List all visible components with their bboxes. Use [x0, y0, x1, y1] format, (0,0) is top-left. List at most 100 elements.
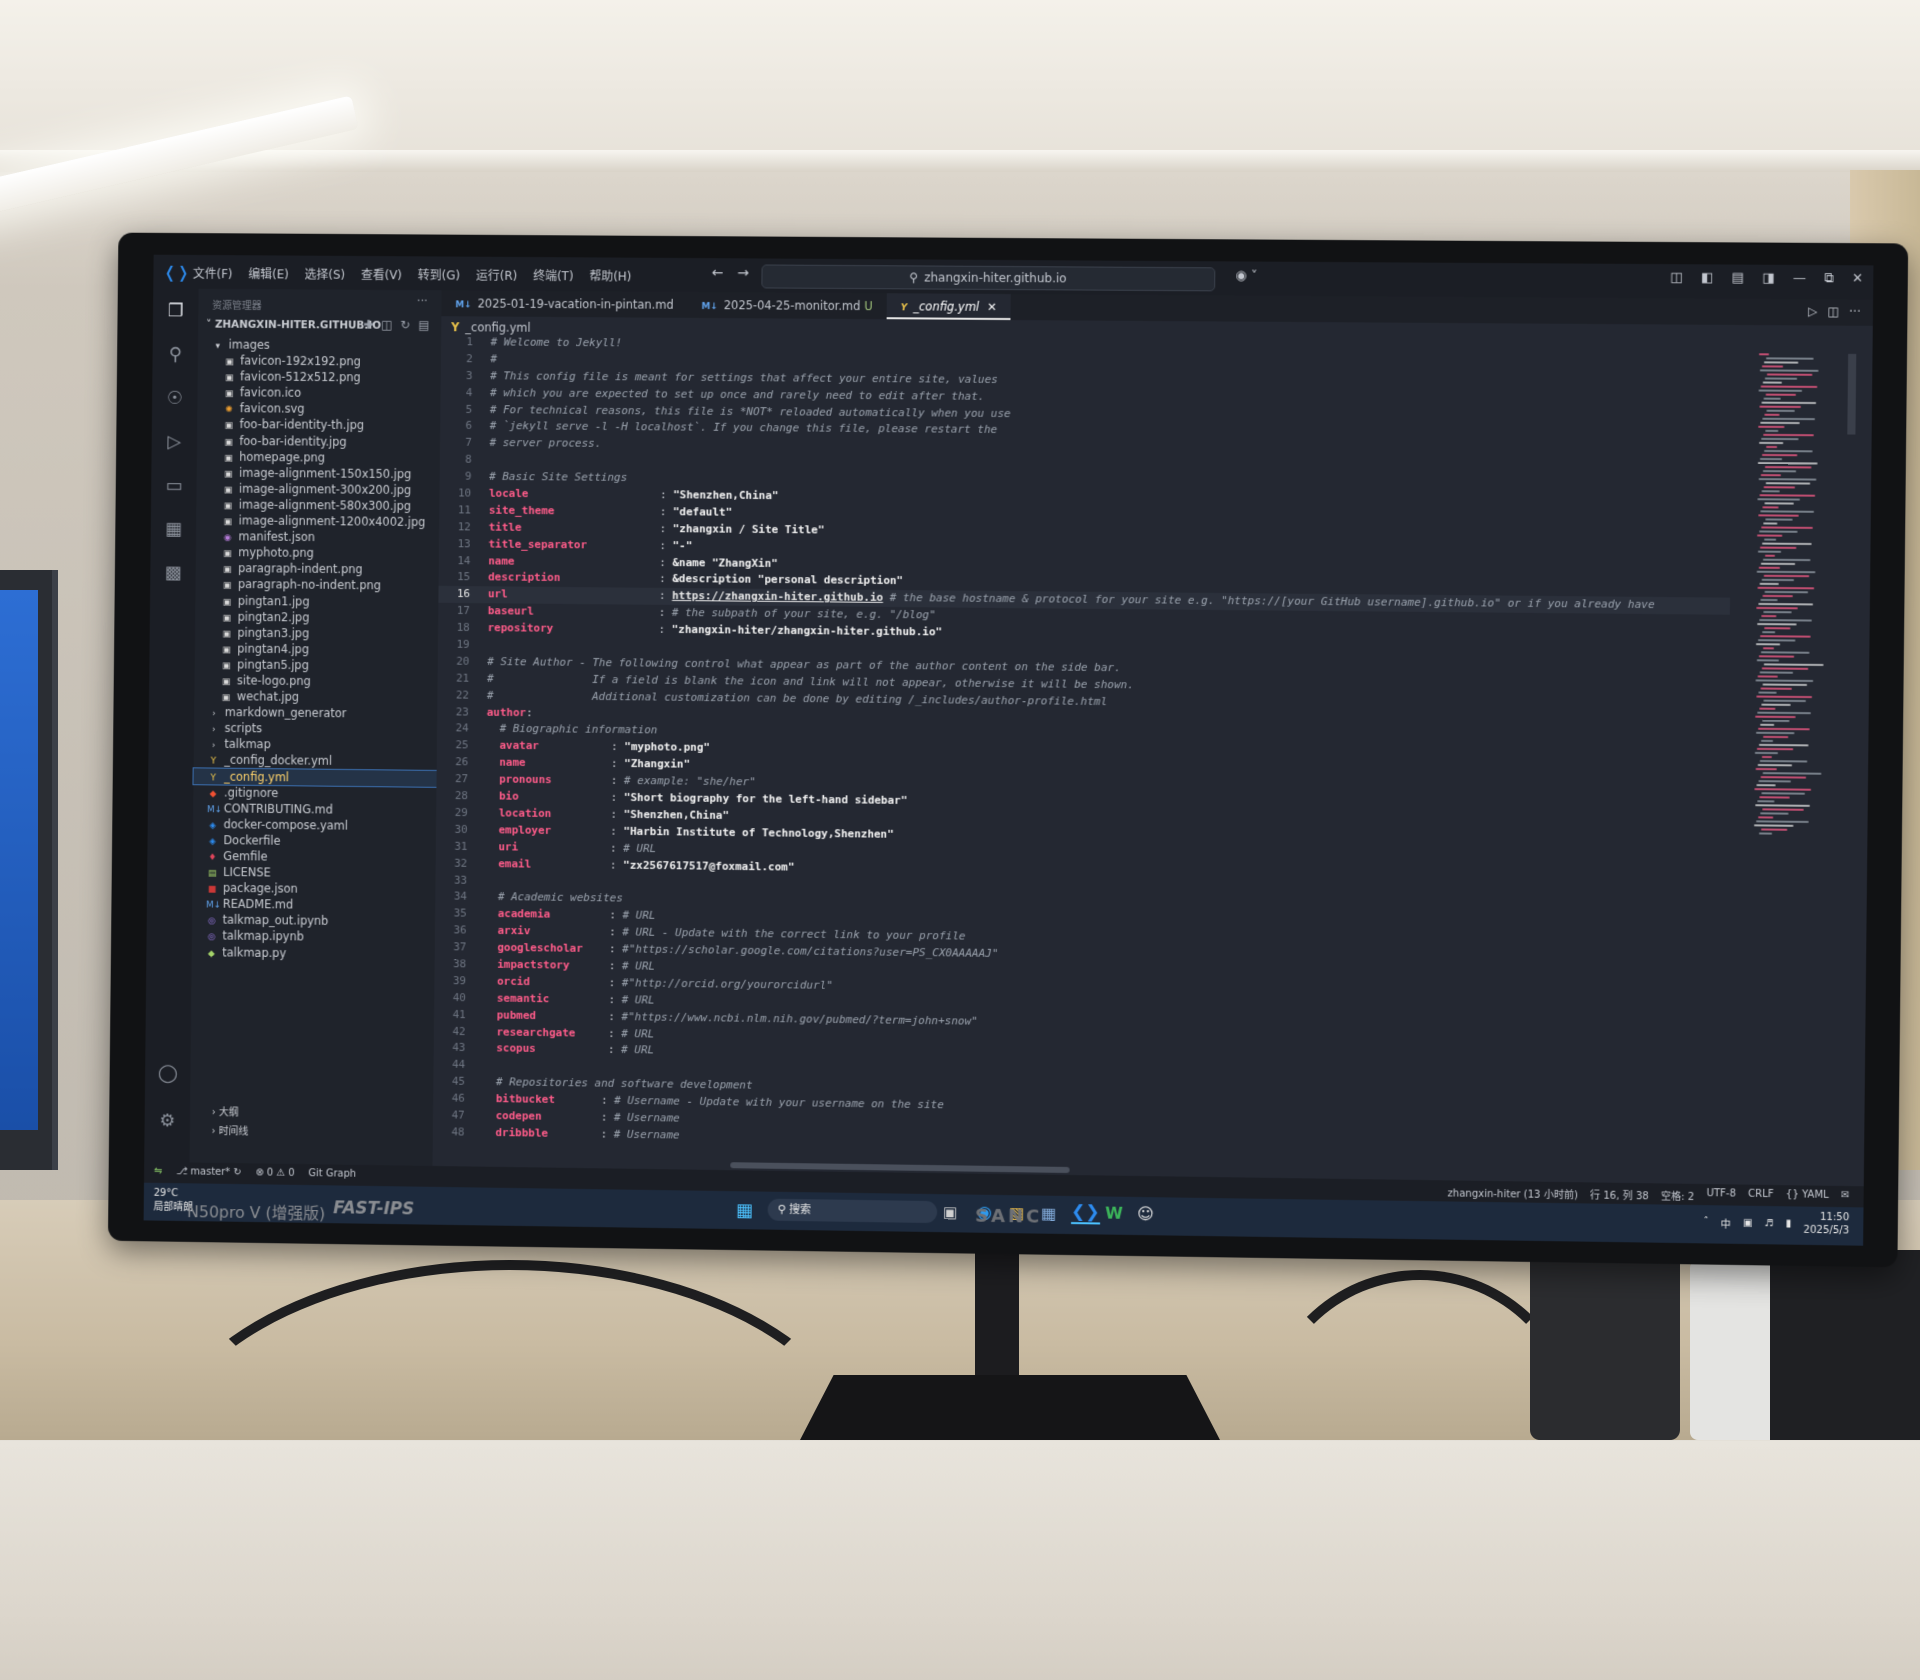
eol-status[interactable]: CRLF	[1748, 1189, 1774, 1204]
line-number: 35	[453, 906, 467, 920]
new-folder-icon[interactable]: ◫	[381, 318, 392, 332]
more-actions-icon[interactable]: ···	[417, 294, 428, 308]
file-tree-item[interactable]: ▣ foo-bar-identity.jpg	[197, 432, 440, 450]
workspace-root[interactable]: ˅ ZHANGXIN-HITER.GITHUB.IO	[206, 319, 381, 332]
minimap-line	[1762, 772, 1822, 775]
toggle-secondary-sidebar-icon[interactable]: ◨	[1762, 271, 1775, 286]
run-debug-icon[interactable]: ▷	[163, 431, 185, 453]
file-tree-item-label: manifest.json	[238, 529, 316, 545]
settings-gear-icon[interactable]: ⚙	[156, 1110, 178, 1132]
menu-item[interactable]: 查看(V)	[361, 266, 402, 283]
minimap[interactable]	[1753, 353, 1842, 857]
menu-item[interactable]: 终端(T)	[533, 267, 574, 284]
line-number: 40	[452, 990, 467, 1004]
status-left: ⇋ ⎇ master* ↻ ⊗ 0 ⚠ 0 Git Graph	[154, 1166, 356, 1180]
editor-tab[interactable]: M↓ 2025-01-19-vacation-in-pintan.md	[441, 290, 687, 318]
language-mode-status[interactable]: {} YAML	[1786, 1189, 1829, 1205]
folder-images[interactable]: ▾ images	[198, 336, 441, 354]
outline-section[interactable]: › 大纲	[212, 1103, 249, 1118]
file-tree-item[interactable]: ✺ favicon.svg	[197, 400, 440, 418]
code-token: name	[488, 554, 515, 568]
line-number: 2	[465, 352, 473, 366]
close-tab-icon[interactable]: ✕	[987, 300, 997, 314]
file-tree-item[interactable]: ▣ image-alignment-150x150.jpg	[197, 464, 440, 482]
menu-item[interactable]: 运行(R)	[476, 267, 518, 284]
minimap-line	[1758, 602, 1814, 606]
extensions-icon[interactable]: ▦	[162, 519, 184, 541]
ceiling-edge	[0, 150, 1920, 172]
minimap-line	[1760, 776, 1807, 779]
minimap-line	[1761, 542, 1812, 546]
run-icon[interactable]: ▷	[1808, 304, 1818, 318]
copilot-icon[interactable]: ◉ ˅	[1235, 268, 1257, 283]
minimap-line	[1760, 739, 1774, 743]
layout-icon[interactable]: ◫	[1670, 270, 1683, 285]
explorer-icon[interactable]: ❐	[165, 300, 187, 322]
file-tree-item[interactable]: ▣ favicon.ico	[197, 384, 440, 402]
menu-item[interactable]: 帮助(H)	[589, 267, 631, 284]
collapse-all-icon[interactable]: ▤	[418, 318, 429, 332]
editor-tab[interactable]: M↓ 2025-04-25-monitor.md U	[687, 292, 886, 319]
menu-item[interactable]: 选择(S)	[304, 266, 346, 283]
breadcrumb[interactable]: Y _config.yml	[451, 320, 531, 334]
indentation-status[interactable]: 空格: 2	[1661, 1187, 1694, 1203]
toggle-sidebar-icon[interactable]: ◧	[1701, 270, 1714, 285]
code-token: # server process.	[489, 436, 602, 451]
source-control-icon[interactable]: ☉	[164, 388, 186, 410]
remote-icon[interactable]: ⇋	[154, 1166, 162, 1177]
menu-item[interactable]: 文件(F)	[193, 265, 233, 282]
more-icon[interactable]: ···	[1849, 305, 1861, 319]
timeline-section[interactable]: › 时间线	[211, 1122, 248, 1137]
file-tree-item[interactable]: ▣ foo-bar-identity-th.jpg	[197, 416, 440, 434]
menu-item[interactable]: 编辑(E)	[248, 265, 289, 282]
encoding-status[interactable]: UTF-8	[1706, 1188, 1736, 1204]
branch-status[interactable]: ⎇ master* ↻	[176, 1166, 242, 1178]
close-window-icon[interactable]: ✕	[1852, 271, 1863, 286]
menu-item[interactable]: 转到(G)	[418, 266, 460, 283]
file-tree-item[interactable]: ▣ favicon-192x192.png	[198, 352, 441, 370]
editor-tab[interactable]: Y _config.yml ✕	[886, 293, 1011, 321]
file-tree-item-label: README.md	[222, 897, 294, 912]
command-center-search[interactable]: ⚲ zhangxin-hiter.github.io	[761, 264, 1216, 292]
nav-arrows: ← →	[712, 265, 749, 281]
minimap-line	[1766, 409, 1795, 412]
line-number: 44	[452, 1058, 466, 1072]
vertical-scrollbar[interactable]	[1847, 353, 1857, 435]
file-tree-item-label: image-alignment-150x150.jpg	[239, 465, 412, 481]
code-token: researchgate	[496, 1024, 576, 1039]
outline-label: 大纲	[218, 1107, 239, 1119]
minimap-line	[1765, 357, 1814, 360]
git-blame-status[interactable]: zhangxin-hiter (13 小时前)	[1448, 1184, 1579, 1201]
code-token: "Short biography for the left-hand sideb…	[623, 790, 908, 808]
file-tree-item[interactable]: ◆ talkmap.py	[192, 944, 435, 963]
minimap-line	[1765, 393, 1797, 396]
account-icon[interactable]: ◯	[157, 1063, 179, 1085]
cursor-position-status[interactable]: 行 16, 列 38	[1590, 1186, 1649, 1202]
new-file-icon[interactable]: ✚	[363, 318, 373, 332]
search-icon[interactable]: ⚲	[164, 344, 186, 366]
chip-icon[interactable]: ▩	[162, 562, 184, 584]
problems-status[interactable]: ⊗ 0 ⚠ 0	[255, 1167, 294, 1178]
breadcrumb-file: _config.yml	[465, 320, 531, 335]
file-tree-item-label: wechat.jpg	[236, 689, 300, 704]
line-number: 10	[458, 486, 472, 500]
back-arrow-icon[interactable]: ←	[712, 265, 724, 281]
file-tree-item[interactable]: ▣ favicon-512x512.png	[198, 368, 441, 386]
remote-explorer-icon[interactable]: ▭	[163, 475, 185, 497]
file-tree-item[interactable]: ▣ homepage.png	[197, 448, 440, 466]
minimap-line	[1757, 461, 1818, 465]
refresh-icon[interactable]: ↻	[400, 318, 410, 332]
forward-arrow-icon[interactable]: →	[737, 265, 749, 281]
toggle-panel-icon[interactable]: ▤	[1732, 271, 1745, 286]
bell-icon[interactable]: ✉	[1841, 1190, 1850, 1205]
code-token: dribbble	[495, 1125, 549, 1140]
code-editor[interactable]: 1 # Welcome to Jekyll! 2 #3 # This config fi…	[433, 334, 1733, 1159]
restore-icon[interactable]: ⧉	[1824, 271, 1834, 286]
git-graph-status[interactable]: Git Graph	[308, 1168, 356, 1180]
split-editor-icon[interactable]: ◫	[1827, 304, 1839, 318]
sidebar-bottom-panels: › 大纲 › 时间线	[211, 1103, 248, 1137]
code-token: # URL	[621, 992, 655, 1007]
minimize-icon[interactable]: —	[1793, 271, 1806, 286]
minimap-line	[1755, 804, 1810, 807]
